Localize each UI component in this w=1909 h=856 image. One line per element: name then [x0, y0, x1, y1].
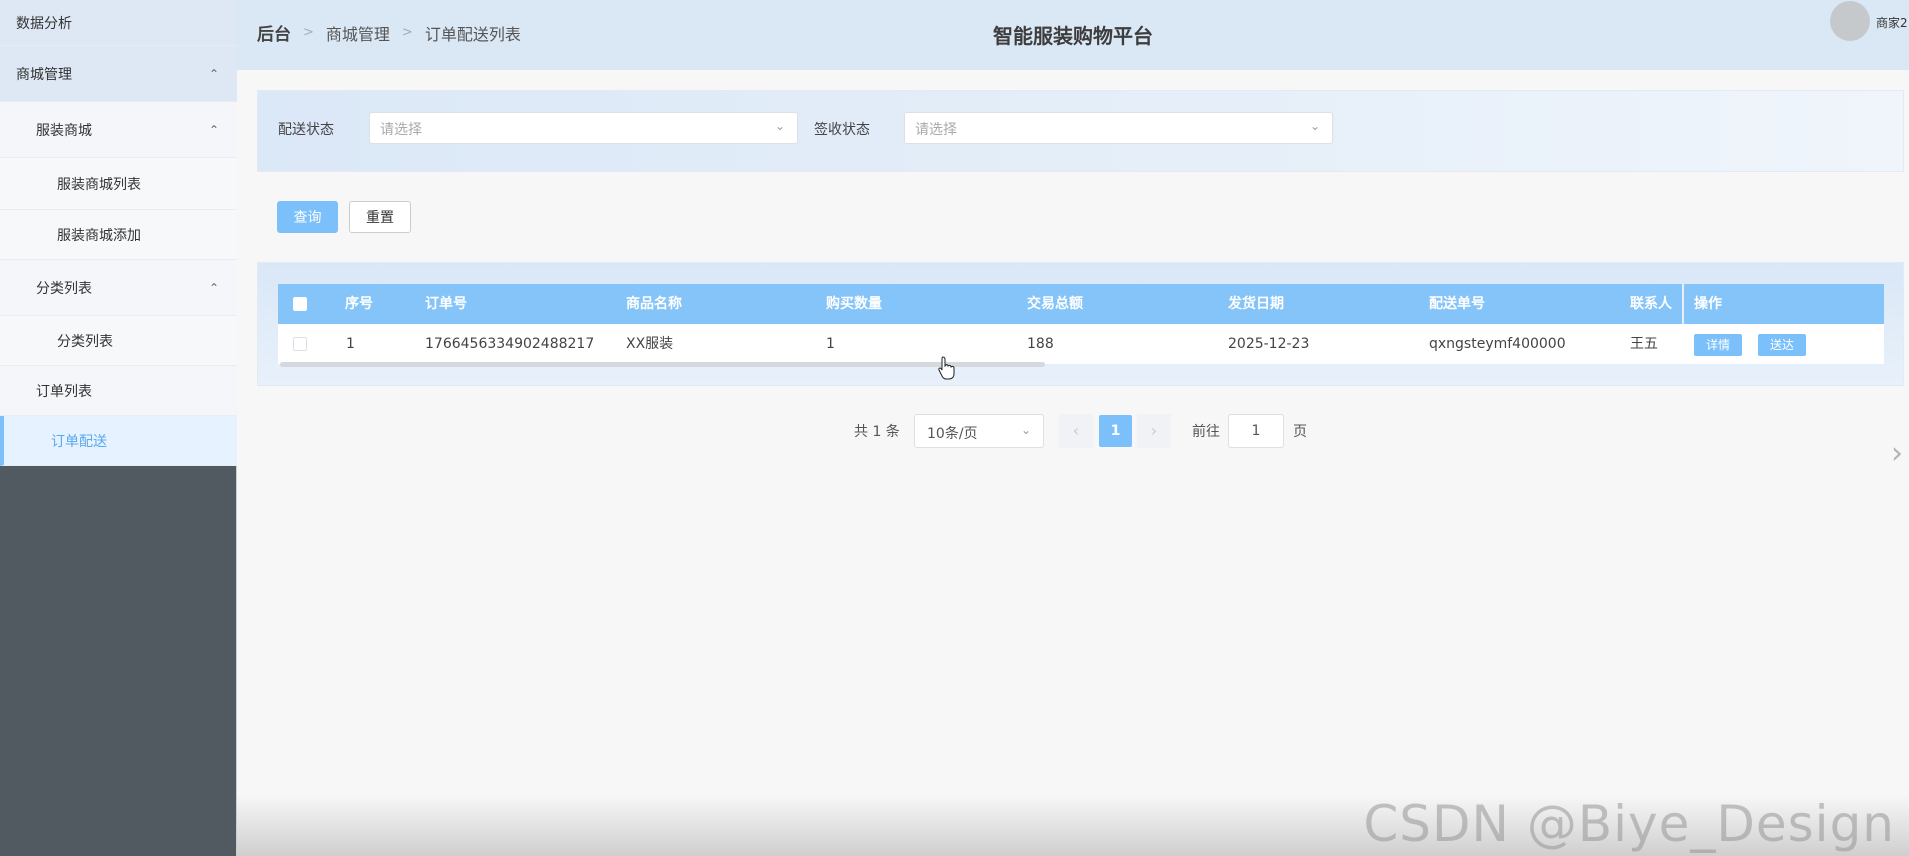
query-button[interactable]: 查询	[277, 201, 338, 233]
chevron-up-icon: ⌃	[208, 280, 219, 295]
sidebar-item-label: 服装商城	[36, 122, 92, 139]
sidebar-item-label: 服装商城添加	[57, 227, 141, 244]
delivered-button[interactable]: 送达	[1758, 334, 1806, 356]
select-all-checkbox[interactable]	[293, 297, 307, 311]
sidebar-item-category-list[interactable]: 分类列表	[0, 316, 237, 366]
cell-delivery-no: qxngsteymf400000	[1429, 336, 1566, 352]
pagination-total: 共 1 条	[854, 424, 900, 440]
cell-contact: 王五	[1630, 336, 1658, 352]
cell-product: XX服装	[626, 336, 674, 352]
detail-button[interactable]: 详情	[1694, 334, 1742, 356]
page-title: 智能服装购物平台	[993, 24, 1153, 48]
sign-status-select[interactable]: 请选择 ⌄	[904, 112, 1333, 144]
chevron-down-icon: ⌄	[774, 119, 785, 133]
sidebar-item-mall-management[interactable]: 商城管理 ⌃	[0, 46, 237, 102]
delivery-status-select[interactable]: 请选择 ⌄	[369, 112, 798, 144]
select-placeholder: 请选择	[915, 122, 957, 138]
row-checkbox[interactable]	[293, 337, 307, 351]
cell-ship-date: 2025-12-23	[1228, 336, 1310, 352]
sidebar-item-clothing-mall-list[interactable]: 服装商城列表	[0, 158, 237, 210]
sidebar-item-clothing-mall-add[interactable]: 服装商城添加	[0, 210, 237, 260]
chevron-up-icon: ⌃	[208, 66, 219, 81]
table-panel: 序号 订单号 商品名称 购买数量 交易总额 发货日期 配送单号 联系人 操作 1…	[257, 262, 1904, 386]
table-header: 序号 订单号 商品名称 购买数量 交易总额 发货日期 配送单号 联系人 操作	[278, 284, 1884, 365]
next-page-button[interactable]: ›	[1137, 414, 1171, 448]
cell-index: 1	[346, 336, 355, 352]
column-header: 发货日期	[1228, 296, 1284, 312]
hand-cursor-icon	[938, 356, 955, 380]
search-panel: 配送状态 请选择 ⌄ 签收状态 请选择 ⌄	[257, 90, 1904, 172]
goto-label: 前往	[1192, 424, 1220, 440]
sidebar-item-label: 商城管理	[16, 66, 72, 83]
chevron-down-icon: ⌄	[1020, 423, 1031, 437]
column-header: 订单号	[425, 296, 467, 312]
chevron-down-icon: ⌄	[1309, 119, 1320, 133]
watermark: CSDN @Biye_Design	[1363, 795, 1895, 853]
cell-quantity: 1	[826, 336, 835, 352]
column-header: 购买数量	[826, 296, 882, 312]
column-header: 交易总额	[1027, 296, 1083, 312]
goto-page-input[interactable]: 1	[1228, 414, 1284, 448]
cell-total: 188	[1027, 336, 1054, 352]
page-size-select[interactable]: 10条/页 ⌄	[914, 414, 1044, 448]
column-header: 联系人	[1630, 296, 1672, 312]
sidebar-item-data-analysis[interactable]: 数据分析	[0, 0, 237, 46]
sidebar-item-label: 数据分析	[16, 15, 72, 32]
sidebar-item-label: 订单配送	[51, 433, 107, 450]
user-name[interactable]: 商家2	[1876, 14, 1909, 31]
sidebar: 数据分析 商城管理 ⌃ 服装商城 ⌃ 服装商城列表 服装商城添加 分类列表 ⌃ …	[0, 0, 237, 856]
sidebar-item-label: 订单列表	[36, 383, 92, 400]
sidebar-item-label: 服装商城列表	[57, 176, 141, 193]
page-size-value: 10条/页	[927, 426, 978, 442]
sidebar-item-order-list[interactable]: 订单列表	[0, 366, 237, 416]
sidebar-item-order-delivery[interactable]: 订单配送	[0, 416, 237, 466]
chevron-right-icon[interactable]: ›	[1891, 436, 1903, 471]
page-number-button[interactable]: 1	[1099, 415, 1132, 447]
page-suffix-label: 页	[1293, 424, 1307, 440]
table-row: 1 1766456334902488217 XX服装 1 188 2025-12…	[278, 324, 1884, 364]
sidebar-item-clothing-mall[interactable]: 服装商城 ⌃	[0, 102, 237, 158]
delivery-status-label: 配送状态	[278, 122, 334, 138]
sign-status-label: 签收状态	[814, 122, 870, 138]
sidebar-item-category[interactable]: 分类列表 ⌃	[0, 260, 237, 316]
chevron-up-icon: ⌃	[208, 122, 219, 137]
cell-order-no: 1766456334902488217	[425, 336, 595, 352]
reset-button[interactable]: 重置	[349, 201, 411, 233]
column-header: 配送单号	[1429, 296, 1485, 312]
prev-page-button[interactable]: ‹	[1059, 414, 1093, 448]
column-header: 商品名称	[626, 296, 682, 312]
column-header: 序号	[345, 296, 373, 312]
sidebar-item-label: 分类列表	[36, 280, 92, 297]
sidebar-item-label: 分类列表	[57, 333, 113, 350]
select-placeholder: 请选择	[380, 122, 422, 138]
horizontal-scrollbar[interactable]	[280, 362, 1045, 367]
column-header: 操作	[1694, 296, 1722, 312]
avatar[interactable]	[1830, 1, 1870, 41]
top-header: 后台 > 商城管理 > 订单配送列表 智能服装购物平台 商家2	[237, 0, 1909, 70]
data-table: 序号 订单号 商品名称 购买数量 交易总额 发货日期 配送单号 联系人 操作 1…	[278, 284, 1884, 367]
